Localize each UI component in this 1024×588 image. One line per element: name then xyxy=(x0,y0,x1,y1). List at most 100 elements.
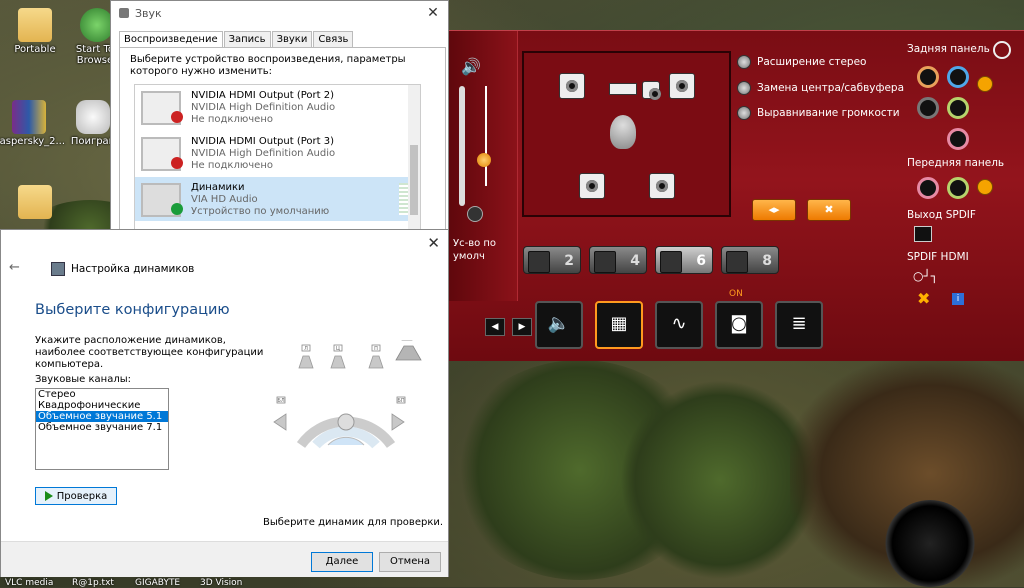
jack-green[interactable] xyxy=(947,97,969,119)
playback-hint: Выберите устройство воспроизведения, пар… xyxy=(130,54,406,77)
device-status: Устройство по умолчанию xyxy=(191,206,330,217)
jack-orange[interactable] xyxy=(917,66,939,88)
speaker-icon xyxy=(119,8,129,18)
cancel-button[interactable]: Отмена xyxy=(379,552,441,572)
select-speaker-hint: Выберите динамик для проверки. xyxy=(263,517,444,528)
channel-8-button[interactable]: 8 xyxy=(721,246,779,274)
test-speakers-button[interactable]: ◂▸ xyxy=(752,199,796,221)
volume-scale xyxy=(485,86,487,186)
channel-option-stereo[interactable]: Стерео xyxy=(36,389,168,400)
subwoofer-icon[interactable]: НЧ xyxy=(395,340,422,361)
sound-dialog-title: Звук xyxy=(135,6,162,20)
desktop-icon-kaspersky[interactable]: kaspersky_2... xyxy=(0,100,65,147)
radio-icon[interactable] xyxy=(737,55,751,69)
channels-label: Звуковые каналы: xyxy=(35,374,131,385)
setup-description: Укажите расположение динамиков, наиболее… xyxy=(35,335,264,370)
speaker-center-icon[interactable]: Ц xyxy=(330,344,346,369)
speaker-subwoofer[interactable] xyxy=(642,81,661,100)
speaker-front-left-icon[interactable]: Л xyxy=(298,344,314,369)
prev-arrow-icon[interactable]: ◀ xyxy=(485,318,505,336)
volume-tool-button[interactable]: 🔈 xyxy=(535,301,583,349)
setup-title: Настройка динамиков xyxy=(51,262,194,276)
tab-sounds[interactable]: Звуки xyxy=(271,31,313,47)
list-item-selected[interactable]: Динамики VIA HD Audio Устройство по умол… xyxy=(135,177,420,221)
radio-icon[interactable] xyxy=(737,106,751,120)
jack-black[interactable] xyxy=(917,97,939,119)
speaker-center[interactable] xyxy=(609,83,637,95)
scrollbar-thumb[interactable] xyxy=(410,145,418,215)
channel-label: 2 xyxy=(564,253,574,269)
channel-2-button[interactable]: 2 xyxy=(523,246,581,274)
option-loudness-equalization[interactable]: Выравнивание громкости xyxy=(737,106,900,120)
speaker-icon xyxy=(528,251,550,273)
sound-dialog: Звук ✕ Воспроизведение Запись Звуки Связ… xyxy=(110,0,449,238)
setup-title-text: Настройка динамиков xyxy=(71,263,195,275)
jack-pink[interactable] xyxy=(947,128,969,150)
speaker-rear-right[interactable] xyxy=(649,173,675,199)
folder-icon xyxy=(18,185,52,219)
channel-4-button[interactable]: 4 xyxy=(589,246,647,274)
speaker-tools-button[interactable]: ✖ xyxy=(807,199,851,221)
speaker-rear-left-icon[interactable]: БЛ xyxy=(273,396,287,431)
device-driver: VIA HD Audio xyxy=(191,194,258,205)
close-icon[interactable]: ✕ xyxy=(418,5,448,21)
list-item[interactable]: NVIDIA HDMI Output (Port 2) NVIDIA High … xyxy=(135,85,420,129)
tab-communications[interactable]: Связь xyxy=(313,31,354,47)
option-stereo-expansion[interactable]: Расширение стерео xyxy=(737,55,866,69)
jack-plug-icon xyxy=(977,179,993,195)
power-icon[interactable] xyxy=(993,41,1011,59)
equalizer-tool-button[interactable]: ≣ xyxy=(775,301,823,349)
front-jack-pink[interactable] xyxy=(917,177,939,199)
archive-icon xyxy=(12,100,46,134)
volume-track[interactable] xyxy=(459,86,465,206)
folder-icon xyxy=(18,8,52,42)
speaker-front-right[interactable] xyxy=(669,73,695,99)
tab-playback[interactable]: Воспроизведение xyxy=(119,31,223,47)
back-arrow-icon[interactable]: ← xyxy=(9,260,20,275)
test-button[interactable]: Проверка xyxy=(35,487,117,505)
playback-panel: Выберите устройство воспроизведения, пар… xyxy=(119,47,446,238)
close-icon[interactable]: ✕ xyxy=(427,234,440,252)
speaker-rear-left[interactable] xyxy=(579,173,605,199)
diagram-label-c: Ц xyxy=(336,346,340,352)
channel-option-quad[interactable]: Квадрофонические xyxy=(36,400,168,411)
mute-icon[interactable] xyxy=(467,206,483,222)
rear-panel-label: Задняя панель xyxy=(907,43,990,55)
sine-wave-tool-button[interactable]: ∿ xyxy=(655,301,703,349)
next-arrow-icon[interactable]: ▶ xyxy=(512,318,532,336)
list-item[interactable]: NVIDIA HDMI Output (Port 3) NVIDIA High … xyxy=(135,131,420,175)
test-button-label: Проверка xyxy=(56,490,108,502)
scrollbar[interactable] xyxy=(408,85,420,235)
option-center-sub-swap[interactable]: Замена центра/сабвуфера xyxy=(737,81,904,95)
diagram-label-r: П xyxy=(374,346,378,352)
page-title: Выберите конфигурацию xyxy=(35,302,230,318)
speaker-config-tool-button[interactable]: ▦ xyxy=(595,301,643,349)
next-button[interactable]: Далее xyxy=(311,552,373,572)
speaker-front-right-icon[interactable]: П xyxy=(368,344,384,369)
volume-column: 🔊 Ус-во по умолч xyxy=(447,31,518,301)
surround-on-tool-button[interactable]: ON ◙ xyxy=(715,289,763,349)
radio-icon[interactable] xyxy=(737,81,751,95)
speaker-layout-box xyxy=(522,51,731,217)
desktop-icon-portable[interactable]: Portable xyxy=(0,8,70,55)
default-device-label: Ус-во по умолч xyxy=(453,237,496,263)
volume-slider-thumb[interactable] xyxy=(477,153,491,167)
channels-listbox[interactable]: Стерео Квадрофонические Объемное звучани… xyxy=(35,388,169,470)
spdif-port-icon[interactable] xyxy=(914,226,932,242)
tools-icon[interactable]: ✖ xyxy=(917,289,930,308)
jack-blue[interactable] xyxy=(947,66,969,88)
dialog-footer: Далее Отмена xyxy=(1,541,448,577)
speaker-rear-right-icon[interactable]: БП xyxy=(391,396,406,431)
info-icon[interactable]: i xyxy=(952,293,964,305)
front-jack-green[interactable] xyxy=(947,177,969,199)
playback-device-list[interactable]: NVIDIA HDMI Output (Port 2) NVIDIA High … xyxy=(134,84,421,236)
channel-option-5-1[interactable]: Объемное звучание 5.1 xyxy=(36,411,168,422)
on-badge: ON xyxy=(729,289,743,299)
channel-option-7-1[interactable]: Объемное звучание 7.1 xyxy=(36,422,168,433)
default-device-label-line2: умолч xyxy=(453,251,485,262)
desktop-icon-folder[interactable] xyxy=(0,185,70,221)
tab-recording[interactable]: Запись xyxy=(223,31,271,47)
channel-6-button[interactable]: 6 xyxy=(655,246,713,274)
device-status: Не подключено xyxy=(191,114,273,125)
speaker-front-left[interactable] xyxy=(559,73,585,99)
